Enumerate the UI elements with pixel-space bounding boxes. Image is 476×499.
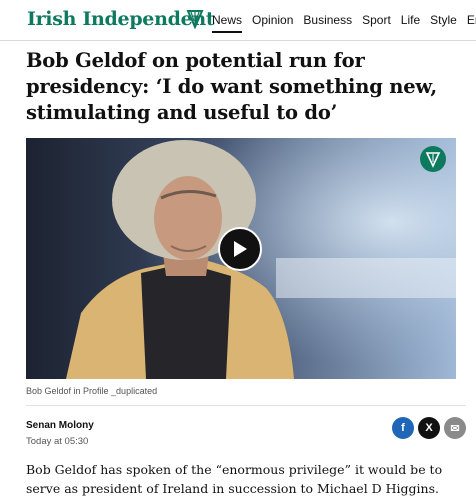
harp-icon [186,10,204,29]
x-share-button[interactable]: X [418,417,440,439]
nav-item-life[interactable]: Life [401,13,420,27]
site-header: Irish Independent News Opinion Business … [0,0,476,41]
play-icon [234,241,247,257]
nav-item-news[interactable]: News [212,13,243,33]
facebook-icon: f [401,422,405,434]
facebook-share-button[interactable]: f [392,417,414,439]
nav-item-entertainment[interactable]: Entert [467,13,476,27]
x-icon: X [425,422,433,434]
nav-item-style[interactable]: Style [430,13,457,27]
author-name[interactable]: Senan Molony [26,420,94,431]
article-body: Bob Geldof has spoken of the “enormous p… [26,462,443,496]
nav-item-opinion[interactable]: Opinion [252,13,293,27]
article-video[interactable] [26,138,456,379]
publish-date: Today at 05:30 [26,436,89,447]
nav-item-business[interactable]: Business [303,13,352,27]
divider [26,405,466,406]
nav-item-sport[interactable]: Sport [362,13,391,27]
email-share-button[interactable]: ✉ [444,417,466,439]
image-caption: Bob Geldof in Profile _duplicated [26,386,158,396]
harp-icon [420,146,446,172]
play-button[interactable] [218,227,262,271]
main-nav: News Opinion Business Sport Life Style E… [212,0,476,40]
email-icon: ✉ [450,422,460,435]
article-headline: Bob Geldof on potential run for presiden… [26,49,438,124]
